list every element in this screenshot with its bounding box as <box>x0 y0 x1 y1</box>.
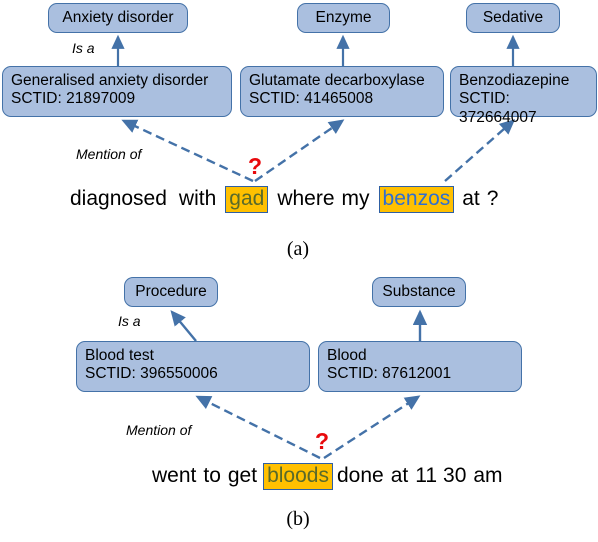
type-node-enzyme[interactable]: Enzyme <box>297 3 390 33</box>
type-node-label: Anxiety disorder <box>62 8 174 26</box>
type-node-label: Enzyme <box>315 8 372 26</box>
type-node-substance[interactable]: Substance <box>372 277 466 307</box>
concept-node-name: Benzodiazepine <box>459 72 570 89</box>
concept-node-glutamate-decarboxylase[interactable]: Glutamate decarboxylase SCTID: 41465008 <box>240 66 444 117</box>
relation-label-is-a-panel-b: Is a <box>118 313 141 329</box>
subfigure-caption-b: (b) <box>286 508 310 530</box>
sentence-token: to <box>203 464 221 487</box>
concept-node-name: Blood <box>327 347 367 364</box>
sentence-token: done <box>336 464 384 487</box>
sentence-token: am <box>473 464 503 487</box>
type-node-anxiety-disorder[interactable]: Anxiety disorder <box>48 3 188 33</box>
ambiguity-question-mark-panel-a: ? <box>248 153 263 179</box>
concept-node-name: Blood test <box>85 347 154 364</box>
mentionof-edge-bloods-to-bloodtest <box>195 395 321 460</box>
mentionof-edge-bloods-to-blood <box>323 395 421 460</box>
type-node-label: Substance <box>382 282 456 300</box>
sentence-token: get <box>227 464 258 487</box>
relation-label-mention-of-panel-a: Mention of <box>76 146 142 162</box>
sentence-token: at <box>462 187 480 210</box>
sentence-panel-b: went to get bloods done at 11 30 am <box>152 463 503 490</box>
sentence-token: at <box>390 464 409 487</box>
type-node-label: Procedure <box>135 282 207 300</box>
concept-node-code: SCTID: 41465008 <box>249 90 374 108</box>
type-node-label: Sedative <box>482 8 544 26</box>
sentence-token: my <box>341 187 370 210</box>
sentence-token: where <box>277 187 335 210</box>
concept-node-code: SCTID: 372664007 <box>459 90 537 126</box>
sentence-token: ? <box>486 187 499 210</box>
concept-node-blood-test[interactable]: Blood test SCTID: 396550006 <box>76 341 310 392</box>
concept-node-generalised-anxiety-disorder[interactable]: Generalised anxiety disorder SCTID: 2189… <box>2 66 232 117</box>
figure-root: Anxiety disorder Enzyme Sedative General… <box>0 0 598 542</box>
relation-label-is-a-panel-a: Is a <box>72 40 95 56</box>
sentence-token: diagnosed <box>70 187 167 210</box>
mentionof-edge-benzos-to-benzodiazepine <box>444 119 516 182</box>
sentence-token: 30 <box>443 464 467 487</box>
subfigure-caption-a: (a) <box>286 238 310 260</box>
type-node-sedative[interactable]: Sedative <box>466 3 560 33</box>
concept-node-name: Glutamate decarboxylase <box>249 72 425 89</box>
concept-node-code: SCTID: 87612001 <box>327 365 452 383</box>
sentence-panel-a: diagnosed with gad where my benzos at ? <box>70 186 498 213</box>
mention-span-bloods[interactable]: bloods <box>263 463 333 490</box>
type-node-procedure[interactable]: Procedure <box>124 277 218 307</box>
mentionof-edge-gad-to-glutamate <box>254 119 345 182</box>
sentence-token: went <box>152 464 197 487</box>
mention-span-benzos[interactable]: benzos <box>378 186 455 213</box>
sentence-token: with <box>178 187 217 210</box>
concept-node-name: Generalised anxiety disorder <box>11 72 209 89</box>
sentence-token: 11 <box>415 464 438 487</box>
concept-node-code: SCTID: 396550006 <box>85 365 218 383</box>
relation-label-mention-of-panel-b: Mention of <box>126 422 192 438</box>
concept-node-code: SCTID: 21897009 <box>11 90 136 108</box>
ambiguity-question-mark-panel-b: ? <box>315 428 330 454</box>
isa-edge-bloodtest <box>170 310 197 342</box>
concept-node-benzodiazepine[interactable]: Benzodiazepine SCTID: 372664007 <box>450 66 597 126</box>
mentionof-edge-gad-to-gad-concept <box>121 119 254 183</box>
concept-node-blood[interactable]: Blood SCTID: 87612001 <box>318 341 522 392</box>
mention-span-gad[interactable]: gad <box>225 186 269 213</box>
